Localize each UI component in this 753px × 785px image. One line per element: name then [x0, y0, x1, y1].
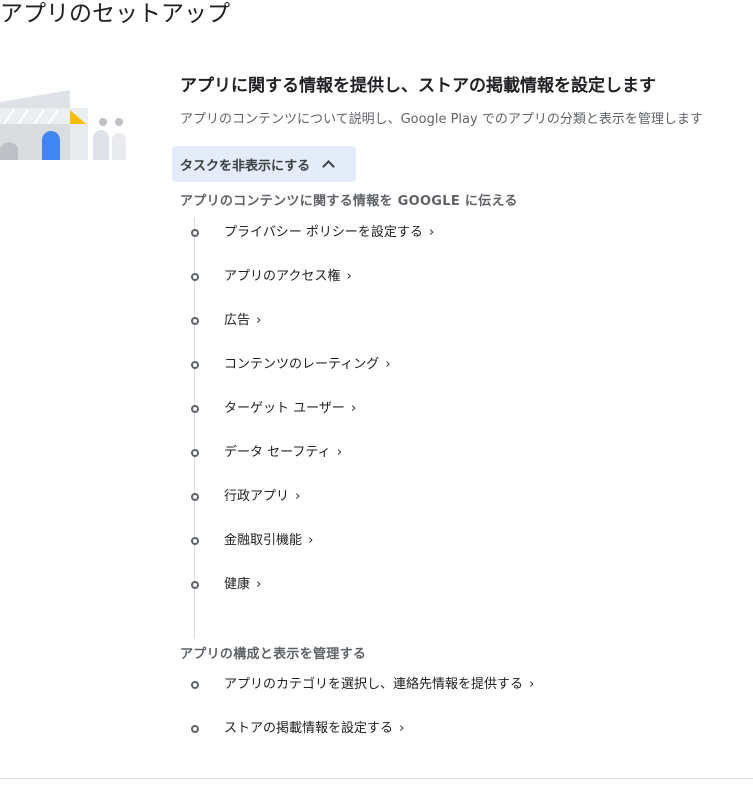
chevron-right-icon: ›: [351, 401, 357, 416]
task-label: ストアの掲載情報を設定する: [224, 721, 394, 736]
page-title: アプリのセットアップ: [0, 1, 230, 27]
chevron-right-icon: ›: [295, 489, 301, 504]
task-status-icon: [191, 681, 199, 689]
task-label: 金融取引機能: [224, 533, 303, 548]
task-label: データ セーフティ: [224, 445, 331, 460]
task-status-icon: [191, 317, 199, 325]
chevron-right-icon: ›: [429, 225, 435, 240]
task-link-store-listing[interactable]: ストアの掲載情報を設定する ›: [224, 720, 404, 738]
task-link-health[interactable]: 健康 ›: [224, 576, 261, 594]
section-heading: アプリに関する情報を提供し、ストアの掲載情報を設定します: [180, 76, 656, 96]
chevron-right-icon: ›: [336, 445, 342, 460]
hide-tasks-label: タスクを非表示にする: [180, 158, 311, 174]
task-link-data-safety[interactable]: データ セーフティ ›: [224, 444, 342, 462]
section-description: アプリのコンテンツについて説明し、Google Play でのアプリの分類と表示…: [180, 112, 703, 127]
task-link-privacy-policy[interactable]: プライバシー ポリシーを設定する ›: [224, 224, 434, 242]
hide-tasks-button[interactable]: タスクを非表示にする: [172, 146, 356, 182]
task-link-government-apps[interactable]: 行政アプリ ›: [224, 488, 300, 506]
task-link-category-contact[interactable]: アプリのカテゴリを選択し、連絡先情報を提供する ›: [224, 676, 534, 694]
chevron-up-icon: [322, 159, 336, 173]
chevron-right-icon: ›: [399, 721, 405, 736]
task-status-icon: [191, 361, 199, 369]
task-status-icon: [191, 493, 199, 501]
task-link-target-audience[interactable]: ターゲット ユーザー ›: [224, 400, 356, 418]
task-label: 行政アプリ: [224, 489, 290, 504]
chevron-right-icon: ›: [529, 677, 535, 692]
task-status-icon: [191, 581, 199, 589]
task-label: コンテンツのレーティング: [224, 357, 380, 372]
task-label: プライバシー ポリシーを設定する: [224, 225, 423, 240]
chevron-right-icon: ›: [385, 357, 391, 372]
section-divider: [0, 778, 753, 779]
chevron-right-icon: ›: [308, 533, 314, 548]
group-label-content-info: アプリのコンテンツに関する情報を GOOGLE に伝える: [180, 194, 518, 209]
task-status-icon: [191, 537, 199, 545]
task-status-icon: [191, 273, 199, 281]
task-status-icon: [191, 229, 199, 237]
setup-illustration: [0, 90, 126, 160]
task-link-financial-features[interactable]: 金融取引機能 ›: [224, 532, 313, 550]
task-label: 広告: [224, 313, 251, 328]
task-link-app-access[interactable]: アプリのアクセス権 ›: [224, 268, 352, 286]
task-label: ターゲット ユーザー: [224, 401, 345, 416]
task-status-icon: [191, 725, 199, 733]
chevron-right-icon: ›: [256, 577, 262, 592]
task-label: アプリのアクセス権: [224, 269, 341, 284]
task-label: アプリのカテゴリを選択し、連絡先情報を提供する: [224, 677, 524, 692]
task-link-content-rating[interactable]: コンテンツのレーティング ›: [224, 356, 391, 374]
timeline-line: [194, 218, 195, 638]
chevron-right-icon: ›: [256, 313, 262, 328]
task-label: 健康: [224, 577, 251, 592]
group-label-app-presence: アプリの構成と表示を管理する: [180, 647, 367, 662]
task-link-ads[interactable]: 広告 ›: [224, 312, 261, 330]
chevron-right-icon: ›: [346, 269, 352, 284]
task-status-icon: [191, 405, 199, 413]
task-status-icon: [191, 449, 199, 457]
